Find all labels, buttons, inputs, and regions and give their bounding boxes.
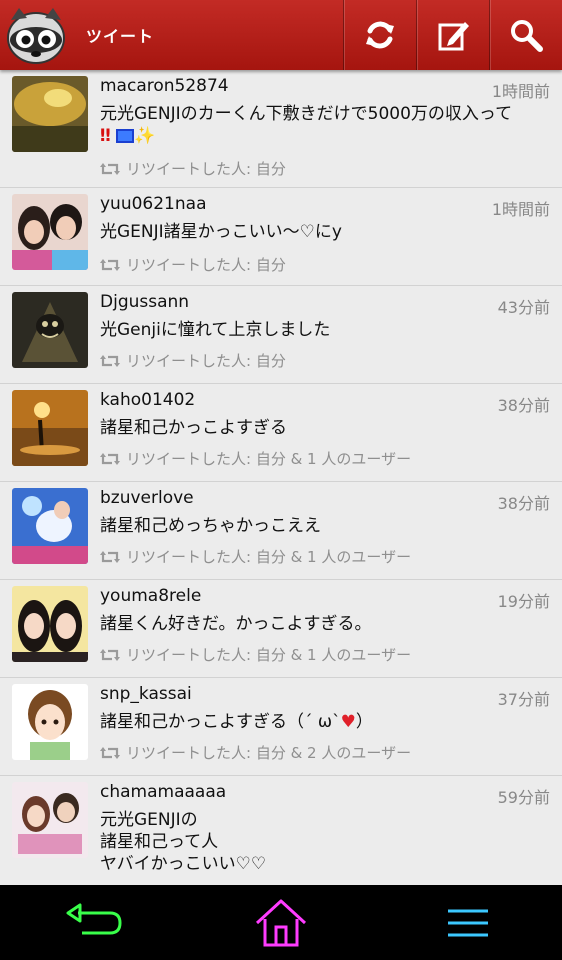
tweet-username[interactable]: yuu0621naa <box>100 194 206 214</box>
double-exclamation-emoji: ‼ <box>100 126 111 146</box>
tweet-item[interactable]: macaron52874 1時間前 元光GENJIのカーくん下敷きだけで5000… <box>0 70 562 188</box>
search-icon <box>511 20 543 52</box>
retweet-info: リツイートした人: 自分 <box>100 158 286 179</box>
avatar[interactable] <box>12 782 88 858</box>
menu-button[interactable] <box>428 893 508 953</box>
refresh-button[interactable] <box>343 0 416 70</box>
tweet-text: 元光GENJIの 諸星和己って人 ヤバイかっこいい♡♡ <box>100 810 267 874</box>
retweet-text: リツイートした人: 自分 <box>126 160 286 178</box>
tweet-timestamp: 38分前 <box>497 396 550 415</box>
tweet-username[interactable]: youma8rele <box>100 586 201 606</box>
retweet-text: リツイートした人: 自分 & 1 人のユーザー <box>126 450 412 468</box>
tweet-text: 諸星和己かっこよすぎる（´ ω`♥） <box>100 712 373 732</box>
back-button[interactable] <box>54 893 134 953</box>
retweet-icon <box>100 162 120 175</box>
tweet-username[interactable]: bzuverlove <box>100 488 194 508</box>
sparkle-emoji: ✨ <box>134 126 156 146</box>
search-button[interactable] <box>489 0 562 70</box>
top-bar: ツイート <box>0 0 562 70</box>
app: ツイート macaron52874 1時間前 元光GENJIのカーくん下敷きだけ… <box>0 0 562 960</box>
tweet-item[interactable]: bzuverlove 38分前 諸星和己めっちゃかっこええ リツイートした人: … <box>0 482 562 580</box>
avatar[interactable] <box>12 390 88 466</box>
retweet-icon <box>100 746 120 759</box>
compose-icon <box>438 22 469 51</box>
home-button[interactable] <box>241 893 321 953</box>
retweet-info: リツイートした人: 自分 & 1 人のユーザー <box>100 448 411 469</box>
tweet-username[interactable]: chamamaaaaa <box>100 782 226 802</box>
avatar[interactable] <box>12 488 88 564</box>
tweet-timestamp: 38分前 <box>497 494 550 513</box>
tweet-username[interactable]: kaho01402 <box>100 390 195 410</box>
avatar[interactable] <box>12 194 88 270</box>
retweet-info: リツイートした人: 自分 & 2 人のユーザー <box>100 742 411 763</box>
retweet-text: リツイートした人: 自分 & 1 人のユーザー <box>126 646 412 664</box>
retweet-info: リツイートした人: 自分 & 1 人のユーザー <box>100 644 411 665</box>
retweet-icon <box>100 354 120 367</box>
tweet-timestamp: 59分前 <box>497 788 550 807</box>
tweet-timestamp: 1時間前 <box>491 200 550 219</box>
app-logo-icon[interactable] <box>0 0 72 70</box>
tweet-text: 諸星和己かっこよすぎる <box>100 418 287 438</box>
retweet-text: リツイートした人: 自分 <box>126 256 286 274</box>
tweet-item[interactable]: youma8rele 19分前 諸星くん好きだ。かっこよすぎる。 リツイートした… <box>0 580 562 678</box>
tweet-timestamp: 37分前 <box>497 690 550 709</box>
retweet-icon <box>100 258 120 271</box>
retweet-info: リツイートした人: 自分 & 1 人のユーザー <box>100 546 411 567</box>
heart-emoji: ♥ <box>340 712 356 732</box>
retweet-text: リツイートした人: 自分 & 1 人のユーザー <box>126 548 412 566</box>
avatar[interactable] <box>12 76 88 152</box>
retweet-icon <box>100 550 120 563</box>
tweet-timestamp: 1時間前 <box>491 82 550 101</box>
tweet-timestamp: 19分前 <box>497 592 550 611</box>
tweet-item[interactable]: Djgussann 43分前 光Genjiに憧れて上京しました リツイートした人… <box>0 286 562 384</box>
tweet-text: 諸星和己めっちゃかっこええ <box>100 516 321 536</box>
retweet-info: リツイートした人: 自分 <box>100 254 286 275</box>
tweet-text: 諸星くん好きだ。かっこよすぎる。 <box>100 614 372 634</box>
tweet-username[interactable]: snp_kassai <box>100 684 192 704</box>
home-icon <box>255 899 306 946</box>
avatar[interactable] <box>12 292 88 368</box>
compose-button[interactable] <box>416 0 489 70</box>
tweet-list[interactable]: macaron52874 1時間前 元光GENJIのカーくん下敷きだけで5000… <box>0 70 562 885</box>
tweet-item[interactable]: snp_kassai 37分前 諸星和己かっこよすぎる（´ ω`♥） リツイート… <box>0 678 562 776</box>
tweet-timestamp: 43分前 <box>497 298 550 317</box>
back-arrow-icon <box>66 903 122 934</box>
retweet-text: リツイートした人: 自分 <box>126 352 286 370</box>
tweet-text: 光Genjiに憧れて上京しました <box>100 320 331 340</box>
refresh-icon <box>366 21 394 49</box>
retweet-info: リツイートした人: 自分 <box>100 350 286 371</box>
tweet-item[interactable]: chamamaaaaa 59分前 元光GENJIの 諸星和己って人 ヤバイかっこ… <box>0 776 562 885</box>
avatar[interactable] <box>12 586 88 662</box>
menu-icon <box>448 909 489 936</box>
screen-title: ツイート <box>86 27 155 46</box>
tweet-text: 光GENJI諸星かっこいい〜♡にy <box>100 222 342 242</box>
retweet-icon <box>100 452 120 465</box>
tweet-text: 元光GENJIのカーくん下敷きだけで5000万の収入って ‼ ✨ <box>100 104 513 146</box>
tweet-item[interactable]: kaho01402 38分前 諸星和己かっこよすぎる リツイートした人: 自分 … <box>0 384 562 482</box>
bottom-navigation <box>0 885 562 960</box>
retweet-icon <box>100 648 120 661</box>
retweet-text: リツイートした人: 自分 & 2 人のユーザー <box>126 744 412 762</box>
battery-emoji <box>116 129 135 143</box>
tweet-item[interactable]: yuu0621naa 1時間前 光GENJI諸星かっこいい〜♡にy リツイートし… <box>0 188 562 286</box>
avatar[interactable] <box>12 684 88 760</box>
tweet-username[interactable]: Djgussann <box>100 292 189 312</box>
tweet-username[interactable]: macaron52874 <box>100 76 229 96</box>
